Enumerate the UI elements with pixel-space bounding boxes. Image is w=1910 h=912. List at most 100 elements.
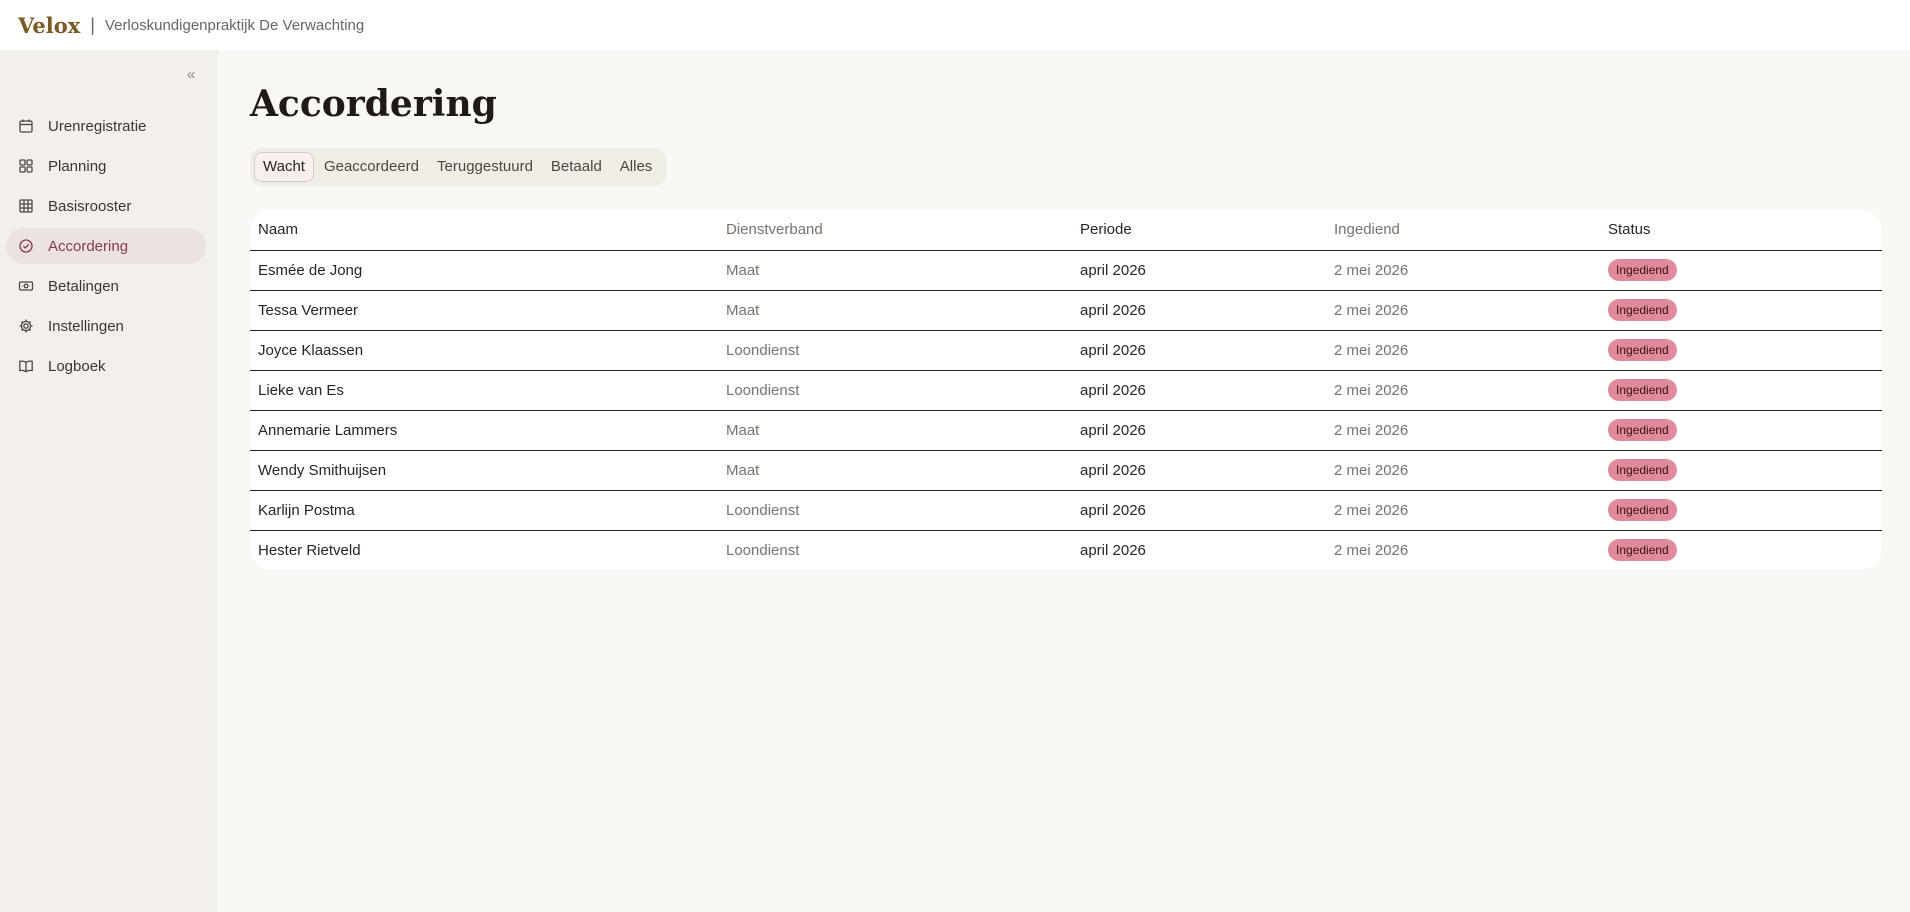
cell-ingediend: 2 mei 2026 [1326,290,1600,331]
header-separator: | [90,14,95,35]
status-badge: Ingediend [1608,499,1677,521]
cell-ingediend: 2 mei 2026 [1326,250,1600,291]
cell-ingediend: 2 mei 2026 [1326,490,1600,531]
cell-ingediend: 2 mei 2026 [1326,370,1600,411]
cell-status: Ingediend [1600,450,1882,491]
tab-betaald[interactable]: Betaald [543,152,610,182]
status-badge: Ingediend [1608,259,1677,281]
sidebar-nav: Urenregistratie Planning Basisrooster Ac… [6,108,206,388]
sidebar-item-label: Betalingen [48,277,119,295]
status-badge: Ingediend [1608,379,1677,401]
collapse-sidebar-button[interactable]: « [182,66,200,84]
cell-periode: april 2026 [1072,370,1326,411]
cell-periode: april 2026 [1072,450,1326,491]
cell-naam: Wendy Smithuijsen [250,450,718,491]
table-row[interactable]: Esmée de Jong Maat april 2026 2 mei 2026… [250,250,1882,291]
sidebar-item-instellingen[interactable]: Instellingen [6,308,206,344]
cell-ingediend: 2 mei 2026 [1326,410,1600,451]
sidebar-item-label: Planning [48,157,107,175]
sidebar-item-accordering[interactable]: Accordering [6,228,206,264]
cell-dienstverband: Loondienst [718,490,1072,531]
sidebar-item-label: Instellingen [48,317,124,335]
cell-dienstverband: Maat [718,290,1072,331]
cell-periode: april 2026 [1072,330,1326,371]
tab-teruggestuurd[interactable]: Teruggestuurd [429,152,541,182]
cell-naam: Annemarie Lammers [250,410,718,451]
cell-dienstverband: Loondienst [718,370,1072,411]
sidebar-item-urenregistratie[interactable]: Urenregistratie [6,108,206,144]
status-badge: Ingediend [1608,339,1677,361]
cell-status: Ingediend [1600,490,1882,531]
main-content: Accordering Wacht Geaccordeerd Teruggest… [250,50,1882,570]
column-header-ingediend[interactable]: Ingediend [1326,210,1600,251]
sidebar: « Urenregistratie Planning Basisrooster … [0,50,218,912]
table-row[interactable]: Joyce Klaassen Loondienst april 2026 2 m… [250,330,1882,371]
calendar-icon [18,118,34,134]
status-badge: Ingediend [1608,299,1677,321]
cell-naam: Esmée de Jong [250,250,718,291]
table-row[interactable]: Hester Rietveld Loondienst april 2026 2 … [250,530,1882,570]
sidebar-item-label: Accordering [48,237,129,255]
column-header-periode[interactable]: Periode [1072,210,1326,251]
cell-ingediend: 2 mei 2026 [1334,541,1409,559]
page-title: Accordering [250,83,497,125]
status-badge: Ingediend [1608,459,1677,481]
cell-status: Ingediend [1600,330,1882,371]
sidebar-item-betalingen[interactable]: Betalingen [6,268,206,304]
table-icon [18,198,34,214]
table-row[interactable]: Annemarie Lammers Maat april 2026 2 mei … [250,410,1882,451]
sidebar-item-label: Urenregistratie [48,117,147,135]
table-row[interactable]: Karlijn Postma Loondienst april 2026 2 m… [250,490,1882,531]
cell-status: Ingediend [1600,530,1882,570]
approval-table: Naam Dienstverband Periode Ingediend Sta… [250,210,1882,570]
cell-dienstverband: Maat [718,250,1072,291]
status-badge: Ingediend [1608,539,1677,562]
sidebar-item-label: Logboek [48,357,106,375]
cell-status: Ingediend [1600,290,1882,331]
tab-alles[interactable]: Alles [612,152,661,182]
sidebar-item-label: Basisrooster [48,197,132,215]
sidebar-item-logboek[interactable]: Logboek [6,348,206,384]
cell-dienstverband: Maat [718,450,1072,491]
cell-naam: Joyce Klaassen [250,330,718,371]
column-header-dienstverband[interactable]: Dienstverband [718,210,1072,251]
cell-naam: Hester Rietveld [258,541,361,559]
grid-icon [18,158,34,174]
book-icon [18,358,34,374]
approval-table-card: Naam Dienstverband Periode Ingediend Sta… [250,210,1882,570]
cell-periode: april 2026 [1072,250,1326,291]
cell-ingediend: 2 mei 2026 [1326,330,1600,371]
organization-name: Verloskundigenpraktijk De Verwachting [104,16,365,34]
cell-naam: Lieke van Es [250,370,718,411]
tab-geaccordeerd[interactable]: Geaccordeerd [316,152,427,182]
brand-logo[interactable]: Velox [18,13,80,38]
sidebar-item-basisrooster[interactable]: Basisrooster [6,188,206,224]
cell-naam: Tessa Vermeer [250,290,718,331]
cell-dienstverband: Loondienst [718,330,1072,371]
check-circle-icon [18,238,34,254]
gear-icon [18,318,34,334]
cell-naam: Karlijn Postma [250,490,718,531]
table-header-row: Naam Dienstverband Periode Ingediend Sta… [250,210,1882,251]
banknote-icon [18,278,34,294]
cell-status: Ingediend [1600,370,1882,411]
sidebar-item-planning[interactable]: Planning [6,148,206,184]
table-row[interactable]: Lieke van Es Loondienst april 2026 2 mei… [250,370,1882,411]
cell-ingediend: 2 mei 2026 [1326,450,1600,491]
table-row[interactable]: Wendy Smithuijsen Maat april 2026 2 mei … [250,450,1882,491]
cell-periode: april 2026 [1072,490,1326,531]
status-badge: Ingediend [1608,419,1677,441]
cell-periode: april 2026 [1080,541,1146,559]
column-header-status[interactable]: Status [1600,210,1882,251]
cell-status: Ingediend [1600,250,1882,291]
status-tabs: Wacht Geaccordeerd Teruggestuurd Betaald… [250,148,667,186]
cell-status: Ingediend [1600,410,1882,451]
table-row[interactable]: Tessa Vermeer Maat april 2026 2 mei 2026… [250,290,1882,331]
tab-wacht[interactable]: Wacht [254,152,314,182]
cell-periode: april 2026 [1072,410,1326,451]
cell-periode: april 2026 [1072,290,1326,331]
cell-dienstverband: Maat [718,410,1072,451]
top-bar: Velox | Verloskundigenpraktijk De Verwac… [0,0,1910,50]
cell-dienstverband: Loondienst [726,541,800,559]
column-header-naam[interactable]: Naam [250,210,718,251]
